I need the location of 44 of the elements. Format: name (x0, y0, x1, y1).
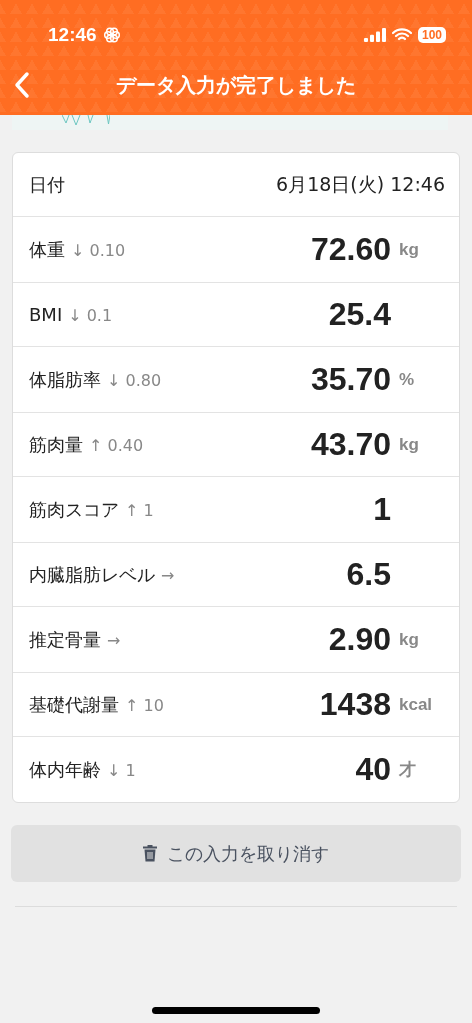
row-label: 体重 (29, 237, 65, 262)
row-label: 筋肉スコア (29, 497, 119, 522)
row-label: 体脂肪率 (29, 367, 101, 392)
trash-icon (143, 845, 157, 862)
change-indicator: → (107, 630, 121, 650)
measurement-value: 2.90 (328, 621, 391, 658)
unit-label: kg (398, 434, 419, 454)
change-indicator: ↓ 0.1 (68, 306, 113, 325)
unit-label: kcal (398, 694, 433, 714)
undo-button[interactable]: この入力を取り消す (11, 825, 461, 882)
row-label: 体内年齢 (29, 757, 101, 782)
change-indicator: ↓ 1 (107, 760, 136, 780)
measurement-value: 1 (373, 491, 391, 528)
measurement-value: 25.4 (328, 296, 391, 333)
leaf-drawing (62, 115, 110, 125)
measurement-value: 40 (355, 751, 391, 788)
status-time: 12:46 (48, 24, 97, 46)
change-indicator: ↑ 0.40 (89, 435, 144, 455)
measurement-value: 43.70 (310, 426, 391, 463)
measurement-value: 6.5 (346, 556, 391, 593)
change-indicator: → (161, 565, 175, 585)
wifi-icon (391, 28, 412, 42)
change-indicator: ↑ 10 (125, 695, 164, 715)
measurement-value: 1438 (319, 686, 391, 723)
change-indicator: ↓ 0.80 (107, 370, 162, 390)
row-label: 日付 (29, 172, 65, 197)
change-indicator: ↑ 1 (125, 500, 154, 520)
row-label: BMI (29, 304, 63, 325)
unit-label: kg (398, 239, 419, 259)
row-label: 推定骨量 (29, 627, 101, 652)
screen-title: データ入力が完了しました (115, 71, 357, 99)
signal-icon (363, 28, 386, 42)
unit-label: % (398, 369, 415, 389)
measurement-value: 72.60 (310, 231, 391, 268)
unit-label: kg (398, 629, 419, 649)
unit-label: 才 (398, 760, 416, 779)
measurement-value: 35.70 (310, 361, 391, 398)
battery-level: 100 (417, 27, 446, 43)
row-label: 筋肉量 (29, 432, 83, 457)
change-indicator: ↓ 0.10 (71, 240, 126, 260)
flower-icon (102, 26, 121, 44)
date-value: 6月18日(火) 12:46 (276, 171, 445, 197)
row-label: 基礎代謝量 (29, 692, 119, 717)
row-label: 内臓脂肪レベル (29, 562, 155, 587)
